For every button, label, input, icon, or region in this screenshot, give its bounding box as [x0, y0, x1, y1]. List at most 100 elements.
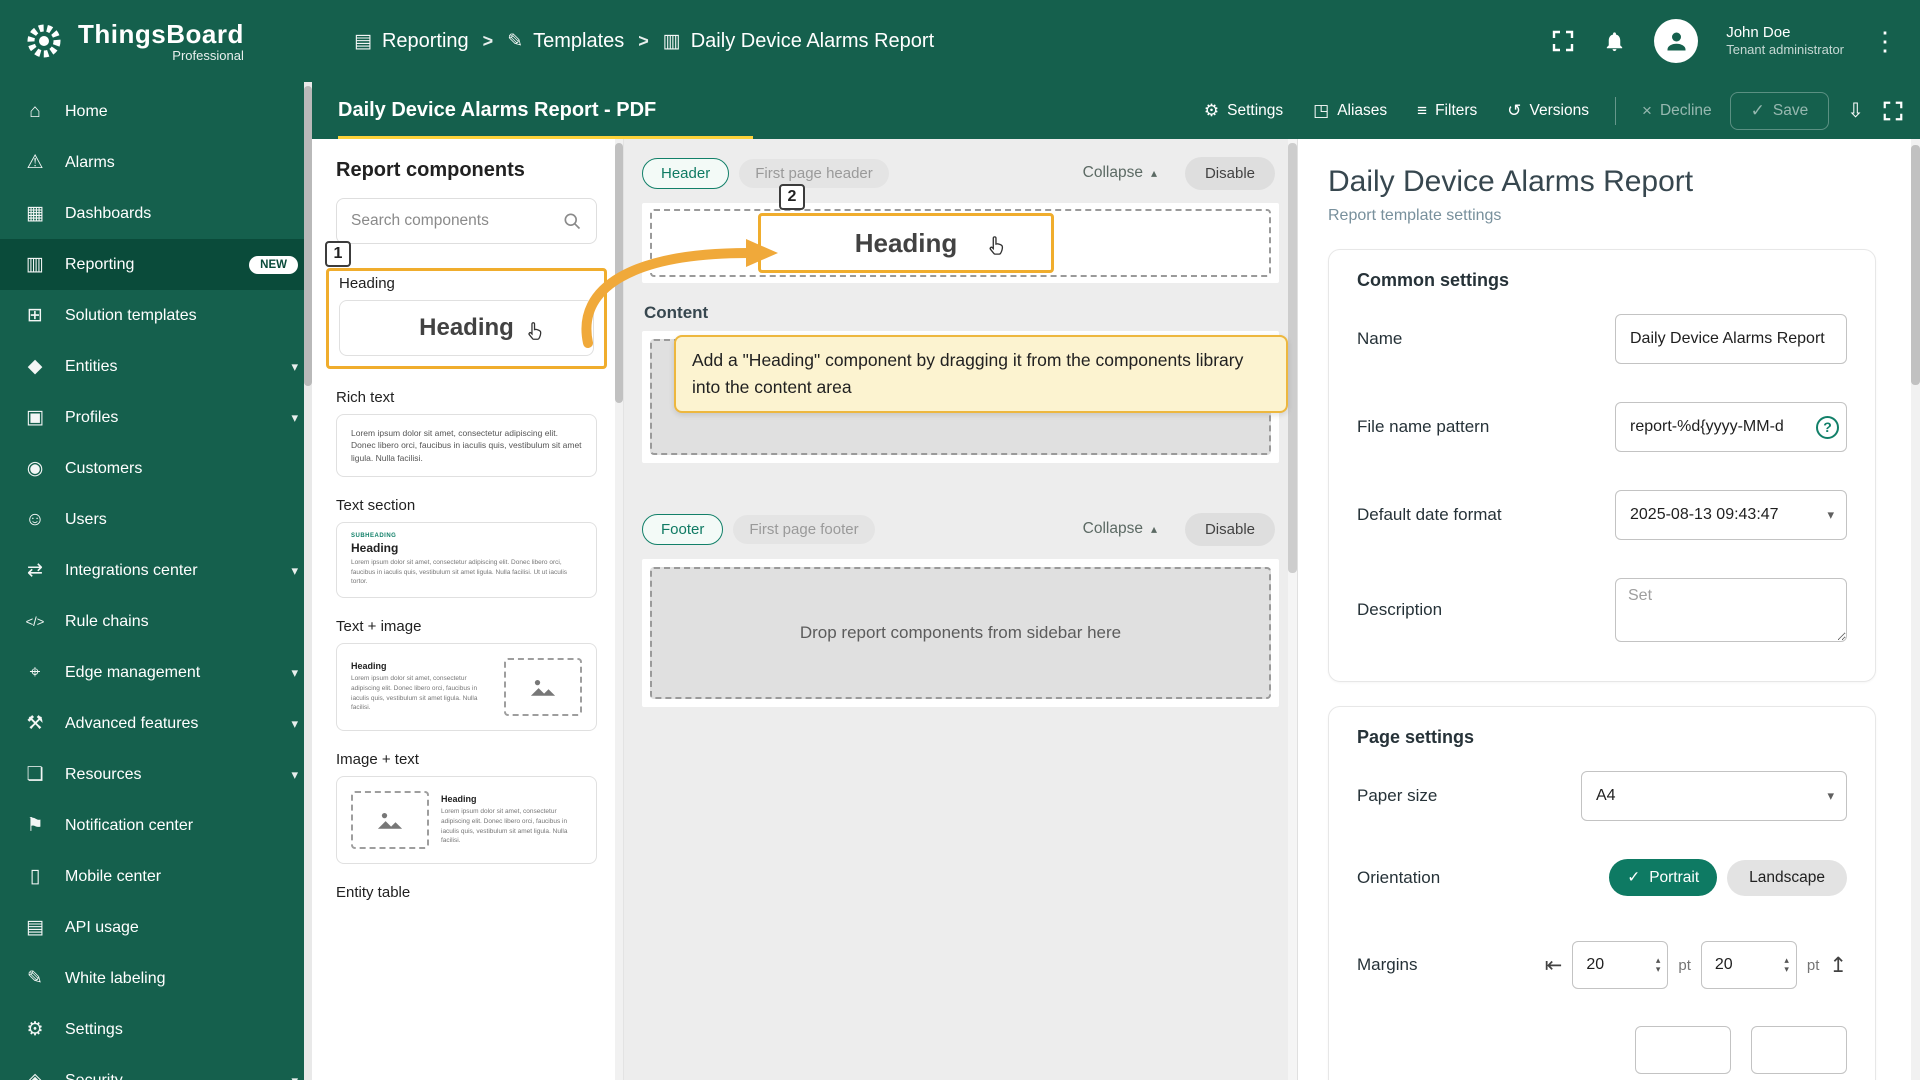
breadcrumb-templates[interactable]: ✎ Templates: [507, 30, 624, 53]
footer-collapse-button[interactable]: Collapse ▴: [1083, 520, 1157, 538]
sidebar-item-settings[interactable]: ⚙ Settings: [0, 1004, 312, 1055]
header-drop-area[interactable]: 2 Heading: [650, 184, 1271, 277]
text-section-component-card[interactable]: SUBHEADING Heading Lorem ipsum dolor sit…: [336, 521, 597, 599]
fullscreen-button[interactable]: [1551, 29, 1575, 53]
text-image-component-card[interactable]: Heading Lorem ipsum dolor sit amet, cons…: [336, 643, 597, 732]
reporting-icon: ▤: [354, 30, 372, 52]
settings-subtitle: Report template settings: [1328, 207, 1502, 224]
filter-icon: ≡: [1417, 100, 1428, 120]
margin-left-input[interactable]: [1586, 956, 1656, 974]
sidebar-item-dashboards[interactable]: ▦ Dashboards: [0, 188, 312, 239]
stepper-down-icon[interactable]: ▾: [1656, 965, 1661, 974]
settings-button[interactable]: ⚙ Settings: [1192, 93, 1295, 129]
breadcrumb-current-report[interactable]: ▥ Daily Device Alarms Report: [663, 30, 934, 53]
footer-disable-button[interactable]: Disable: [1184, 512, 1275, 546]
sidebar-item-profiles[interactable]: ▣ Profiles ▾: [0, 392, 312, 443]
description-textarea[interactable]: [1615, 578, 1847, 642]
sidebar-item-api-usage[interactable]: ▤ API usage: [0, 902, 312, 953]
avatar[interactable]: [1654, 19, 1699, 63]
settings-title: Daily Device Alarms Report: [1328, 165, 1694, 198]
header-collapse-button[interactable]: Collapse ▴: [1083, 164, 1157, 182]
dropped-heading-component[interactable]: 2 Heading: [758, 184, 1054, 273]
component-text-image[interactable]: Text + image Heading Lorem ipsum dolor s…: [336, 618, 597, 732]
portrait-toggle[interactable]: ✓ Portrait: [1609, 859, 1718, 896]
components-scrollbar-thumb[interactable]: [615, 143, 623, 403]
rich-text-component-card[interactable]: Lorem ipsum dolor sit amet, consectetur …: [336, 414, 597, 477]
gear-icon: ⚙: [1203, 100, 1220, 120]
orientation-field-row: Orientation ✓ Portrait Landscape: [1357, 840, 1847, 915]
sidebar-item-white-labeling[interactable]: ✎ White labeling: [0, 953, 312, 1004]
component-label: Rich text: [336, 389, 395, 406]
decline-button[interactable]: × Decline: [1630, 93, 1724, 129]
aliases-button[interactable]: ◳ Aliases: [1301, 93, 1399, 129]
sidebar-item-advanced-features[interactable]: ⚒ Advanced features ▾: [0, 698, 312, 749]
reporting-icon: ▥: [26, 254, 44, 275]
first-page-header-chip[interactable]: First page header: [739, 158, 889, 188]
footer-chip[interactable]: Footer: [642, 513, 724, 545]
editor-fullscreen-button[interactable]: [1882, 100, 1904, 122]
editor-scrollbar-thumb[interactable]: [1288, 143, 1297, 573]
sidebar-item-security[interactable]: ◈Security▾: [0, 1055, 312, 1080]
margin-right-input[interactable]: [1714, 956, 1785, 974]
help-icon[interactable]: ?: [1816, 415, 1839, 439]
header-chip[interactable]: Header: [642, 157, 730, 189]
filters-button[interactable]: ≡ Filters: [1405, 93, 1489, 129]
save-button[interactable]: ✓ Save: [1729, 91, 1830, 130]
component-image-text[interactable]: Image + text Heading Lorem ipsum dolor s…: [336, 751, 597, 865]
first-page-footer-chip[interactable]: First page footer: [733, 514, 875, 544]
paper-size-select[interactable]: ▾: [1581, 771, 1847, 821]
date-format-input[interactable]: [1630, 506, 1810, 524]
name-field-row: Name: [1357, 295, 1847, 383]
page-scrollbar-thumb[interactable]: [1911, 145, 1920, 385]
header-canvas: 2 Heading: [642, 184, 1279, 283]
component-entity-table[interactable]: Entity table: [336, 884, 597, 901]
landscape-toggle[interactable]: Landscape: [1727, 859, 1847, 896]
search-input[interactable]: [351, 212, 562, 230]
sidebar-item-integrations-center[interactable]: ⇄ Integrations center ▾: [0, 545, 312, 596]
margin-extra-input[interactable]: [1765, 1041, 1839, 1059]
chevron-down-icon: ▾: [291, 766, 298, 782]
brand-name: ThingsBoard: [78, 19, 244, 49]
component-label: Text + image: [336, 618, 422, 636]
component-heading[interactable]: 1 Heading Heading: [325, 241, 607, 369]
notifications-button[interactable]: [1603, 29, 1626, 54]
date-format-field[interactable]: ▾: [1615, 490, 1847, 540]
unit-label: pt: [1678, 956, 1691, 974]
chevron-down-icon: ▾: [291, 715, 298, 731]
component-rich-text[interactable]: Rich text Lorem ipsum dolor sit amet, co…: [336, 389, 597, 477]
thingsboard-logo[interactable]: ThingsBoard Professional: [22, 19, 302, 63]
sidebar-item-users[interactable]: ☺ Users: [0, 494, 312, 545]
image-text-component-card[interactable]: Heading Lorem ipsum dolor sit amet, cons…: [336, 776, 597, 865]
margin-bottom-input[interactable]: [1649, 1041, 1723, 1059]
versions-button[interactable]: ↺ Versions: [1495, 93, 1601, 129]
sidebar-item-reporting[interactable]: ▥ Reporting NEW: [0, 239, 312, 290]
sidebar-item-resources[interactable]: ❏ Resources ▾: [0, 749, 312, 800]
sidebar-item-solution-templates[interactable]: ⊞ Solution templates: [0, 290, 312, 341]
sidebar-item-notification-center[interactable]: ⚑ Notification center: [0, 800, 312, 851]
stepper-down-icon[interactable]: ▾: [1784, 965, 1789, 974]
sidebar-item-alarms[interactable]: ⚠ Alarms: [0, 137, 312, 188]
gear-icon: ⚙: [26, 1019, 44, 1040]
sidebar-item-entities[interactable]: ◆ Entities ▾: [0, 341, 312, 392]
sidebar-item-home[interactable]: ⌂ Home: [0, 86, 312, 137]
export-report-button[interactable]: ⇩: [1835, 90, 1876, 131]
templates-icon: ✎: [507, 30, 524, 52]
chevron-up-icon: ▴: [1150, 522, 1157, 536]
sidebar-item-rule-chains[interactable]: </> Rule chains: [0, 596, 312, 647]
more-menu-button[interactable]: ⋮: [1872, 26, 1898, 57]
sidebar-scrollbar-thumb[interactable]: [304, 86, 312, 386]
file-pattern-input[interactable]: [1630, 418, 1810, 436]
sidebar-item-mobile-center[interactable]: ▯ Mobile center: [0, 851, 312, 902]
heading-component-card[interactable]: Heading: [339, 300, 594, 356]
chevron-down-icon: ▾: [1827, 507, 1834, 522]
footer-drop-area[interactable]: Drop report components from sidebar here: [650, 567, 1271, 699]
component-text-section[interactable]: Text section SUBHEADING Heading Lorem ip…: [336, 497, 597, 599]
name-input[interactable]: [1630, 330, 1832, 348]
paper-size-value[interactable]: [1596, 787, 1810, 805]
sidebar-item-edge-management[interactable]: ⌖ Edge management ▾: [0, 647, 312, 698]
margin-left-icon: ⇤: [1544, 953, 1563, 977]
sidebar-item-customers[interactable]: ◉ Customers: [0, 443, 312, 494]
breadcrumb-reporting[interactable]: ▤ Reporting: [354, 30, 469, 53]
person-icon: [1667, 32, 1686, 50]
header-disable-button[interactable]: Disable: [1184, 156, 1275, 190]
